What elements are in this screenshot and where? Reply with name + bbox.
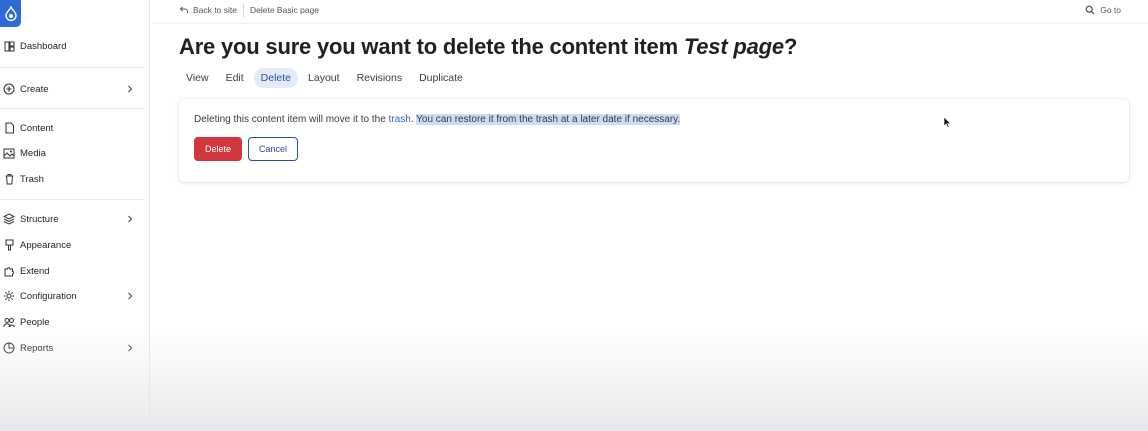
tab-view[interactable]: View: [179, 68, 216, 88]
sidebar-divider: [0, 108, 144, 109]
breadcrumb-current: Delete Basic page: [250, 5, 319, 15]
sidebar-divider: [0, 199, 144, 200]
go-to-label: Go to: [1100, 5, 1121, 15]
sidebar-item-trash[interactable]: Trash: [0, 168, 150, 190]
sidebar-item-label: People: [20, 316, 50, 328]
sidebar-item-create[interactable]: Create: [0, 78, 150, 100]
chevron-right-icon: [128, 85, 133, 93]
back-arrow-icon: [179, 6, 188, 13]
page-title: Are you sure you want to delete the cont…: [179, 34, 798, 59]
local-tasks-tabs: View Edit Delete Layout Revisions Duplic…: [179, 67, 473, 89]
chevron-right-icon: [128, 292, 133, 300]
document-icon: [3, 122, 15, 134]
puzzle-icon: [3, 265, 15, 277]
sidebar-divider: [0, 67, 144, 68]
dashboard-icon: [3, 40, 15, 52]
sidebar-item-structure[interactable]: Structure: [0, 208, 150, 230]
sidebar-item-appearance[interactable]: Appearance: [0, 234, 150, 256]
sidebar-item-dashboard[interactable]: Dashboard: [0, 35, 150, 57]
brush-icon: [3, 239, 15, 251]
sidebar-item-extend[interactable]: Extend: [0, 260, 150, 282]
sidebar-item-label: Reports: [20, 342, 54, 354]
back-to-site-link[interactable]: Back to site: [179, 5, 237, 15]
back-to-site-label: Back to site: [193, 5, 237, 15]
chevron-right-icon: [128, 215, 133, 223]
tab-edit[interactable]: Edit: [219, 68, 251, 88]
sidebar-item-configuration[interactable]: Configuration: [0, 285, 150, 307]
chevron-right-icon: [128, 344, 133, 352]
chart-icon: [3, 342, 15, 354]
drupal-logo-icon[interactable]: [0, 0, 21, 27]
breadcrumb-divider: [243, 4, 244, 17]
tab-revisions[interactable]: Revisions: [350, 68, 410, 88]
top-bar: Back to site Delete Basic page Go to: [151, 0, 1148, 24]
sidebar-item-label: Appearance: [20, 239, 72, 251]
tab-layout[interactable]: Layout: [301, 68, 347, 88]
sidebar-item-label: Configuration: [20, 290, 77, 302]
gear-icon: [3, 290, 15, 302]
people-icon: [3, 316, 15, 328]
cancel-button[interactable]: Cancel: [248, 137, 298, 161]
go-to-button[interactable]: Go to: [1085, 5, 1121, 15]
tab-duplicate[interactable]: Duplicate: [412, 68, 470, 88]
sidebar-item-label: Extend: [20, 265, 50, 277]
sidebar-item-label: Create: [20, 83, 49, 95]
sidebar-item-label: Trash: [20, 173, 44, 185]
search-icon: [1085, 5, 1095, 15]
trash-link[interactable]: trash: [389, 114, 411, 125]
sidebar-item-label: Media: [20, 147, 46, 159]
selected-text: You can restore it from the trash at a l…: [416, 114, 681, 125]
delete-button[interactable]: Delete: [194, 137, 242, 161]
sidebar-item-media[interactable]: Media: [0, 142, 150, 164]
sidebar: Dashboard Create Content Media Trash Str…: [0, 0, 150, 431]
layers-icon: [3, 213, 15, 225]
tab-delete[interactable]: Delete: [253, 68, 299, 88]
sidebar-item-reports[interactable]: Reports: [0, 337, 150, 359]
trash-icon: [3, 173, 15, 185]
mouse-cursor-icon: [943, 116, 951, 128]
sidebar-item-label: Dashboard: [20, 40, 67, 52]
plus-circle-icon: [3, 83, 15, 95]
sidebar-item-people[interactable]: People: [0, 311, 150, 333]
sidebar-item-label: Structure: [20, 213, 59, 225]
sidebar-item-content[interactable]: Content: [0, 117, 150, 139]
confirm-message: Deleting this content item will move it …: [194, 114, 681, 125]
sidebar-item-label: Content: [20, 122, 54, 134]
main-content: Back to site Delete Basic page Go to Are…: [151, 0, 1148, 431]
image-icon: [3, 147, 15, 159]
confirm-delete-card: Deleting this content item will move it …: [179, 99, 1129, 182]
content-item-name: Test page: [683, 34, 784, 59]
